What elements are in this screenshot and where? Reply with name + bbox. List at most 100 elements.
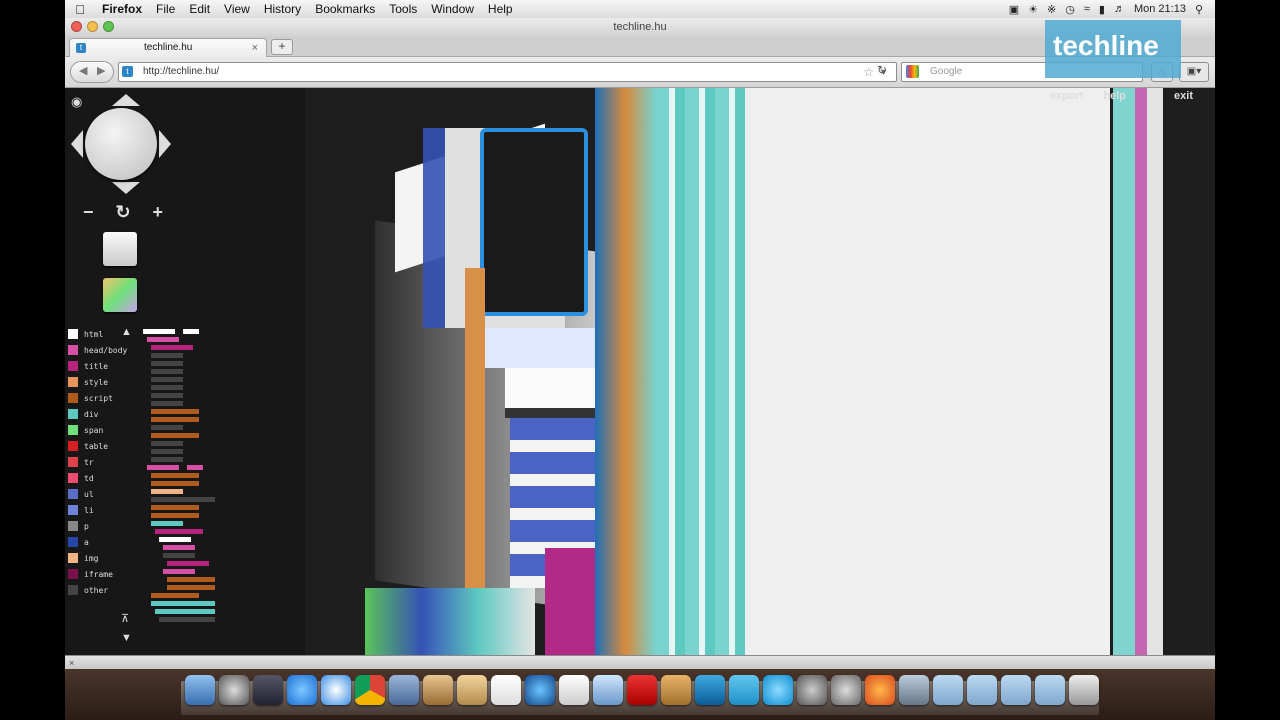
menu-help[interactable]: Help (481, 2, 520, 16)
minimap-bar (151, 601, 215, 606)
addon-menu-button[interactable]: ▣▾ (1179, 62, 1209, 82)
dropbox-icon[interactable] (695, 675, 725, 705)
rotate-up-icon[interactable] (112, 94, 140, 106)
wireframe-toggle-button[interactable] (103, 232, 137, 266)
forward-icon[interactable]: ▶ (97, 64, 105, 77)
menu-view[interactable]: View (217, 2, 257, 16)
flashcards-icon[interactable] (627, 675, 657, 705)
export-link[interactable]: export (1050, 90, 1084, 102)
iphoto-icon[interactable] (423, 675, 453, 705)
menu-history[interactable]: History (257, 2, 308, 16)
reload-icon[interactable]: ↻ (877, 63, 887, 77)
battery-icon[interactable]: ▮ (1099, 3, 1105, 16)
tab-techline[interactable]: t techline.hu × (69, 38, 267, 57)
photo-icon[interactable] (899, 675, 929, 705)
pan-knob[interactable] (85, 108, 157, 180)
menu-edit[interactable]: Edit (182, 2, 217, 16)
package-icon[interactable] (661, 675, 691, 705)
minimap-bar (151, 513, 199, 518)
camera-icon[interactable]: ▣ (1009, 3, 1019, 16)
help-link[interactable]: help (1103, 90, 1126, 102)
chrome-icon[interactable] (355, 675, 385, 705)
color-picker-button[interactable] (103, 278, 137, 312)
tilt-3d-view[interactable]: export help exit ◉ − ↻ + html head/body … (65, 88, 1215, 655)
dom-minimap[interactable] (143, 329, 293, 649)
volume-icon[interactable]: ♬ (1114, 3, 1125, 15)
minimap-bar (147, 465, 179, 470)
legend-item: style (68, 376, 148, 392)
legend-item: a (68, 536, 148, 552)
rotate-left-icon[interactable] (71, 130, 83, 158)
close-addon-bar-icon[interactable]: × (69, 658, 74, 668)
minimap-bar (183, 329, 199, 334)
zoom-out-icon[interactable]: − (83, 202, 94, 223)
preview-icon[interactable] (389, 675, 419, 705)
disk-utility-icon[interactable] (831, 675, 861, 705)
brightness-icon[interactable]: ☀ (1028, 3, 1038, 16)
zoom-window-icon[interactable] (103, 21, 114, 32)
legend-label: head/body (84, 346, 128, 355)
menu-window[interactable]: Window (424, 2, 481, 16)
writer-icon[interactable] (559, 675, 589, 705)
downloads-folder-icon[interactable] (1035, 675, 1065, 705)
minimap-top-icon[interactable]: ⊼ (121, 612, 129, 625)
rotate-down-icon[interactable] (112, 182, 140, 194)
itunes-icon[interactable] (525, 675, 555, 705)
legend-item: span (68, 424, 148, 440)
minimize-window-icon[interactable] (87, 21, 98, 32)
search-placeholder: Google (930, 66, 963, 77)
documents-folder-icon[interactable] (1001, 675, 1031, 705)
minimap-bar (163, 545, 195, 550)
mission-control-icon[interactable] (253, 675, 283, 705)
app-store-icon[interactable] (287, 675, 317, 705)
url-text: http://techline.hu/ (143, 66, 220, 77)
system-preferences-icon[interactable] (797, 675, 827, 705)
firefox-icon[interactable] (865, 675, 895, 705)
minimap-bar (151, 497, 215, 502)
minimap-down-icon[interactable]: ▼ (121, 632, 132, 644)
minimap-bar (151, 473, 199, 478)
finder-icon[interactable] (185, 675, 215, 705)
apple-icon[interactable]:  (65, 2, 95, 17)
reset-view-icon[interactable]: ↻ (115, 202, 130, 223)
clock[interactable]: Mon 21:13 (1134, 3, 1186, 15)
minimap-bar (163, 569, 195, 574)
new-tab-button[interactable]: + (271, 39, 293, 55)
timemachine-icon[interactable]: ◷ (1065, 3, 1075, 16)
rotate-pad[interactable] (71, 94, 171, 194)
launchpad-icon[interactable] (219, 675, 249, 705)
ical-icon[interactable] (491, 675, 521, 705)
safari-icon[interactable] (321, 675, 351, 705)
trash-icon[interactable] (1069, 675, 1099, 705)
legend-item: ul (68, 488, 148, 504)
screen-icon[interactable] (593, 675, 623, 705)
bluetooth-icon[interactable]: ※ (1047, 3, 1056, 16)
menu-file[interactable]: File (149, 2, 182, 16)
rotate-right-icon[interactable] (159, 130, 171, 158)
minimap-bar (155, 529, 203, 534)
tilt-top-links: export help exit (1050, 90, 1193, 102)
tab-close-icon[interactable]: × (252, 39, 258, 57)
folder-icon[interactable] (933, 675, 963, 705)
menu-app[interactable]: Firefox (95, 2, 149, 16)
legend-swatch (68, 569, 78, 579)
wifi-icon[interactable]: ≈ (1084, 3, 1090, 15)
legend-swatch (68, 585, 78, 595)
back-icon[interactable]: ◀ (79, 64, 87, 77)
folder-icon[interactable] (967, 675, 997, 705)
dom-3d-stage[interactable] (305, 88, 1215, 655)
legend-item: iframe (68, 568, 148, 584)
zoom-in-icon[interactable]: + (152, 202, 163, 223)
address-book-icon[interactable] (457, 675, 487, 705)
twitter-icon[interactable] (729, 675, 759, 705)
layer-html-page (745, 88, 1110, 655)
bookmark-star-icon[interactable]: ☆ (863, 63, 874, 81)
menu-bookmarks[interactable]: Bookmarks (308, 2, 382, 16)
spotlight-icon[interactable]: ⚲ (1195, 3, 1203, 16)
url-bar[interactable]: t http://techline.hu/ ☆ ▼ (118, 62, 897, 82)
minimap-up-icon[interactable]: ▲ (121, 326, 132, 338)
exit-link[interactable]: exit (1174, 90, 1193, 102)
close-window-icon[interactable] (71, 21, 82, 32)
skype-icon[interactable] (763, 675, 793, 705)
menu-tools[interactable]: Tools (382, 2, 424, 16)
